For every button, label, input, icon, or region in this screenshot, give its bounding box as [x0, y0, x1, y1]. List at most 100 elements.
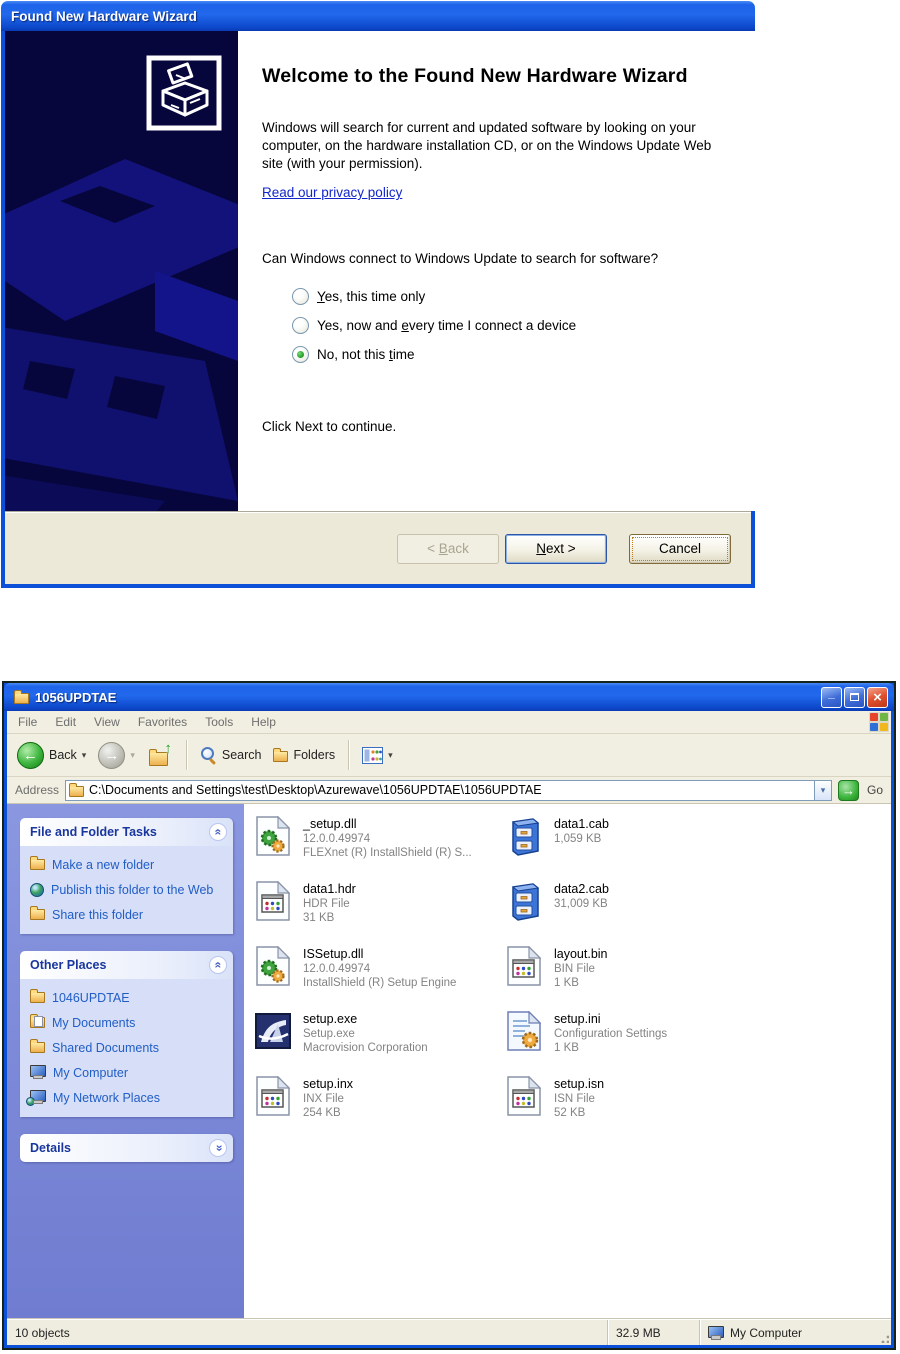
forward-nav-button[interactable] — [94, 740, 139, 771]
forward-dropdown-caret[interactable] — [130, 750, 135, 761]
menu-favorites[interactable]: Favorites — [129, 713, 196, 731]
radio-option-no-not-this-time[interactable]: No, not this time — [292, 346, 724, 363]
config-gear-file-icon — [505, 1011, 543, 1051]
close-button[interactable] — [867, 686, 888, 708]
grid-file-icon — [505, 1076, 543, 1116]
status-bar: 10 objects 32.9 MB My Computer — [7, 1319, 891, 1345]
radio-option-yes-every-time[interactable]: Yes, now and every time I connect a devi… — [292, 317, 724, 334]
task-make-new-folder[interactable]: Make a new folder — [30, 856, 225, 872]
wizard-titlebar[interactable]: Found New Hardware Wizard — [1, 1, 755, 31]
folders-icon — [273, 747, 289, 762]
cancel-button[interactable]: Cancel — [629, 533, 731, 564]
place-my-network-places[interactable]: My Network Places — [26, 1090, 225, 1106]
file-tile-layout-bin[interactable]: layout.bin BIN File 1 KB — [505, 946, 756, 1011]
task-share-folder[interactable]: Share this folder — [30, 906, 225, 922]
panel-header-other-places[interactable]: Other Places — [20, 951, 233, 979]
address-path: C:\Documents and Settings\test\Desktop\A… — [89, 783, 542, 797]
menu-file[interactable]: File — [9, 713, 46, 731]
task-pane: File and Folder Tasks Make a new folder … — [7, 804, 244, 1319]
collapse-chevron-icon[interactable] — [209, 823, 227, 841]
file-tile-data2-cab[interactable]: data2.cab 31,009 KB — [505, 881, 756, 946]
panel-header-details[interactable]: Details — [20, 1134, 233, 1162]
address-label: Address — [15, 783, 60, 797]
resize-grip[interactable] — [877, 1320, 891, 1345]
file-tile-setup-isn[interactable]: setup.isn ISN File 52 KB — [505, 1076, 756, 1141]
shared-documents-icon — [30, 1039, 45, 1053]
back-nav-button[interactable]: Back — [13, 740, 90, 771]
menu-help[interactable]: Help — [242, 713, 285, 731]
views-dropdown-caret[interactable] — [388, 750, 393, 761]
windows-logo-icon — [869, 712, 889, 732]
radio-label[interactable]: Yes, now and every time I connect a devi… — [317, 318, 576, 333]
file-tile-setup-inx[interactable]: setup.inx INX File 254 KB — [254, 1076, 505, 1141]
expand-chevron-icon[interactable] — [209, 1139, 227, 1157]
place-my-computer[interactable]: My Computer — [30, 1065, 225, 1080]
wizard-artwork-panel — [5, 31, 238, 512]
file-tile-setup-ini[interactable]: setup.ini Configuration Settings 1 KB — [505, 1011, 756, 1076]
go-button[interactable] — [837, 779, 859, 801]
toolbar-separator — [348, 740, 350, 770]
place-shared-documents[interactable]: Shared Documents — [30, 1039, 225, 1055]
privacy-policy-link[interactable]: Read our privacy policy — [262, 185, 402, 200]
menu-edit[interactable]: Edit — [46, 713, 85, 731]
wizard-heading: Welcome to the Found New Hardware Wizard — [262, 65, 688, 87]
menu-tools[interactable]: Tools — [196, 713, 242, 731]
my-network-places-icon — [26, 1090, 46, 1106]
maximize-icon — [850, 693, 859, 701]
search-button[interactable]: Search — [196, 745, 266, 766]
menu-view[interactable]: View — [85, 713, 129, 731]
wizard-description: Windows will search for current and upda… — [262, 120, 712, 171]
cabinet-file-icon — [505, 816, 543, 856]
new-folder-icon — [30, 856, 45, 870]
folder-icon — [14, 689, 29, 704]
file-tile-issetup-dll[interactable]: ISSetup.dll 12.0.0.49974 InstallShield (R)… — [254, 946, 505, 1011]
radio-label[interactable]: Yes, this time only — [317, 289, 425, 304]
file-tile-setup-dll[interactable]: _setup.dll 12.0.0.49974 FLEXnet (R) Instal… — [254, 816, 505, 881]
publish-globe-icon — [30, 883, 44, 897]
address-dropdown-caret[interactable] — [813, 780, 831, 800]
radio-option-yes-this-time[interactable]: Yes, this time only — [292, 288, 724, 305]
back-button[interactable]: < Back — [397, 533, 499, 564]
explorer-titlebar[interactable]: 1056UPDTAE — [4, 683, 894, 711]
menu-bar: File Edit View Favorites Tools Help — [7, 711, 891, 734]
back-arrow-icon — [17, 741, 44, 769]
place-my-documents[interactable]: My Documents — [30, 1014, 225, 1030]
file-and-folder-tasks-panel: File and Folder Tasks Make a new folder … — [20, 818, 233, 934]
file-tile-setup-exe[interactable]: setup.exe Setup.exe Macrovision Corporatio… — [254, 1011, 505, 1076]
views-button[interactable] — [358, 745, 397, 766]
go-label[interactable]: Go — [867, 783, 883, 797]
grid-file-icon — [254, 881, 292, 921]
folder-icon — [30, 989, 45, 1003]
share-folder-icon — [30, 906, 45, 920]
back-dropdown-caret[interactable] — [82, 750, 87, 761]
file-tile-data1-hdr[interactable]: data1.hdr HDR File 31 KB — [254, 881, 505, 946]
address-input[interactable]: C:\Documents and Settings\test\Desktop\A… — [65, 779, 832, 801]
radio-icon[interactable] — [292, 288, 309, 305]
address-folder-icon — [69, 782, 85, 797]
my-computer-icon — [30, 1065, 46, 1079]
panel-header-file-folder-tasks[interactable]: File and Folder Tasks — [20, 818, 233, 846]
folders-button[interactable]: Folders — [269, 746, 339, 764]
forward-arrow-icon — [98, 741, 126, 769]
wizard-title: Found New Hardware Wizard — [11, 8, 197, 24]
place-1046updtae[interactable]: 1046UPDTAE — [30, 989, 225, 1005]
radio-icon-selected[interactable] — [292, 346, 309, 363]
up-button[interactable] — [143, 741, 177, 769]
search-icon — [200, 746, 217, 764]
collapse-chevron-icon[interactable] — [209, 956, 227, 974]
found-new-hardware-icon — [146, 55, 222, 136]
file-tile-data1-cab[interactable]: data1.cab 1,059 KB — [505, 816, 756, 881]
file-list-area[interactable]: _setup.dll 12.0.0.49974 FLEXnet (R) Instal… — [244, 804, 891, 1319]
explorer-window: 1056UPDTAE File Edit View Favorites Tool… — [2, 681, 896, 1350]
radio-icon[interactable] — [292, 317, 309, 334]
up-arrow-icon — [164, 740, 172, 757]
maximize-button[interactable] — [844, 686, 865, 708]
dll-gears-file-icon — [254, 946, 292, 986]
toolbar-separator — [185, 740, 187, 770]
minimize-button[interactable] — [821, 686, 842, 708]
next-button[interactable]: Next > — [505, 533, 607, 564]
dll-gears-file-icon — [254, 816, 292, 856]
installer-exe-icon — [254, 1011, 292, 1051]
radio-label[interactable]: No, not this time — [317, 347, 415, 362]
task-publish-folder[interactable]: Publish this folder to the Web — [30, 882, 225, 897]
